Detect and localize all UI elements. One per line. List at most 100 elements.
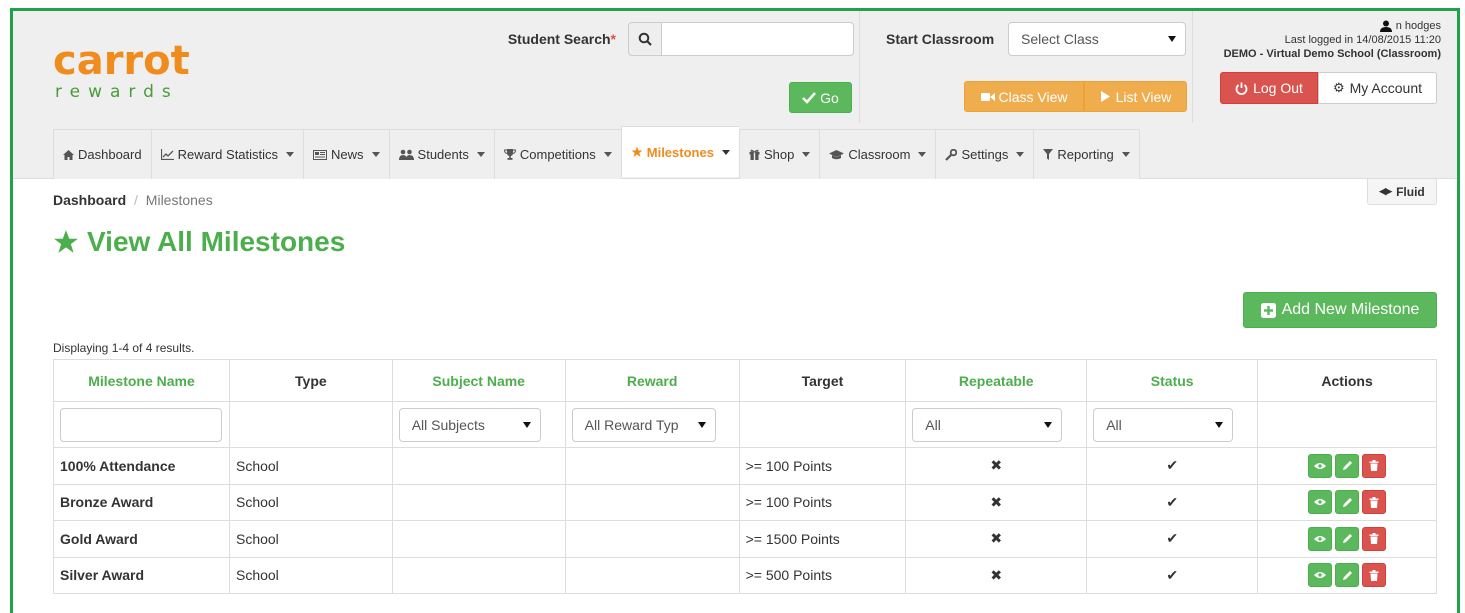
nav-shop-label: Shop [763,147,795,162]
milestone-target: >= 1500 Points [738,520,907,558]
caret-down-icon [1168,36,1176,42]
nav-competitions-label: Competitions [519,147,596,162]
status-filter-select[interactable]: All [1093,407,1234,442]
caret-down-icon [721,149,730,155]
fluid-label: Fluid [1396,184,1425,199]
edit-button[interactable] [1335,526,1360,551]
my-account-button[interactable]: ⚙ My Account [1318,72,1437,104]
nav-competitions[interactable]: Competitions [493,129,621,179]
repeatable-filter-select[interactable]: All [912,407,1063,442]
milestone-target: >= 100 Points [738,483,907,521]
col-repeatable[interactable]: Repeatable [905,359,1088,402]
breadcrumb-dashboard-link[interactable]: Dashboard [53,192,126,208]
caret-down-icon [371,152,380,157]
col-subject-name[interactable]: Subject Name [391,359,566,402]
col-actions: Actions [1257,359,1437,402]
my-account-label: My Account [1349,80,1423,96]
check-icon: ✔ [1086,483,1259,521]
nav-milestones-label: Milestones [646,144,714,160]
nav-settings[interactable]: Settings [935,129,1034,179]
milestone-name-filter-input[interactable] [60,407,222,442]
milestone-reward [564,483,740,521]
row-actions [1257,483,1437,521]
page-title: View All Milestones [53,226,345,258]
nav-reward-statistics-label: Reward Statistics [177,147,279,162]
milestone-subject [391,556,566,594]
go-button[interactable]: Go [789,82,852,113]
eye-icon [1314,499,1327,506]
nav-reporting[interactable]: Reporting [1033,129,1140,179]
video-camera-icon [980,92,995,101]
filter-cell-reward: All Reward Typ [564,401,740,448]
log-out-button[interactable]: Log Out [1220,72,1318,104]
table-row: 100% Attendance School >= 100 Points ✖ ✔ [53,447,1437,485]
subject-filter-select[interactable]: All Subjects [398,407,541,442]
required-marker: * [610,31,616,47]
row-actions [1257,556,1437,594]
edit-button[interactable] [1335,563,1360,588]
delete-button[interactable] [1362,453,1387,478]
milestone-name-link[interactable]: Bronze Award [53,483,230,521]
nav-news[interactable]: News [303,129,389,179]
status-filter-value: All [1106,416,1122,433]
edit-button[interactable] [1335,490,1360,515]
check-icon: ✔ [1086,447,1259,485]
nav-dashboard[interactable]: Dashboard [53,129,151,179]
table-row: Gold Award School >= 1500 Points ✖ ✔ [53,520,1437,558]
col-status[interactable]: Status [1086,359,1259,402]
filter-row: All Subjects All Reward Typ All All [53,401,1437,448]
eye-icon [1314,572,1327,579]
nav-reward-statistics[interactable]: Reward Statistics [150,129,304,179]
cross-icon: ✖ [905,520,1088,558]
delete-button[interactable] [1362,526,1387,551]
list-view-button[interactable]: List View [1084,81,1187,112]
milestone-name-link[interactable]: 100% Attendance [53,447,230,485]
view-button[interactable] [1308,526,1333,551]
view-button[interactable] [1308,453,1333,478]
nav-milestones[interactable]: Milestones [620,126,739,177]
carrot-rewards-logo[interactable]: carrot rewards [53,41,190,101]
breadcrumb-separator: / [134,192,138,208]
pencil-icon [1342,570,1352,580]
delete-button[interactable] [1362,490,1387,515]
milestone-name-link[interactable]: Silver Award [53,556,230,594]
delete-button[interactable] [1362,563,1387,588]
star-icon [54,230,78,253]
view-button[interactable] [1308,490,1333,515]
add-new-milestone-button[interactable]: Add New Milestone [1243,292,1437,328]
breadcrumb-current: Milestones [145,192,213,208]
view-button[interactable] [1308,563,1333,588]
fluid-toggle-button[interactable]: ◀▶ Fluid [1367,179,1437,205]
reward-type-filter-select[interactable]: All Reward Typ [571,407,716,442]
select-class-dropdown[interactable]: Select Class [1008,22,1186,56]
eye-icon [1314,535,1327,542]
caret-down-icon [697,421,706,428]
table-header-row: Milestone Name Type Subject Name Reward … [53,359,1437,402]
nav-shop[interactable]: Shop [738,129,820,179]
caret-down-icon [1121,152,1130,157]
nav-students[interactable]: Students [388,129,494,179]
nav-classroom[interactable]: Classroom [819,129,936,179]
col-milestone-name[interactable]: Milestone Name [53,359,230,402]
class-view-button[interactable]: Class View [964,81,1084,112]
milestone-subject [391,520,566,558]
check-icon [802,91,817,104]
subject-filter-value: All Subjects [411,416,485,433]
row-actions [1257,520,1437,558]
student-search-input[interactable] [661,22,854,56]
plus-square-icon [1260,302,1276,318]
milestone-name-link[interactable]: Gold Award [53,520,230,558]
caret-down-icon [1016,152,1025,157]
action-buttons [1264,490,1430,515]
action-buttons [1264,526,1430,551]
milestone-type: School [228,556,393,594]
filter-cell-repeatable: All [905,401,1088,448]
select-class-value: Select Class [1021,31,1099,47]
milestones-table: Milestone Name Type Subject Name Reward … [53,359,1437,594]
caret-down-icon [286,152,295,157]
repeatable-filter-value: All [925,416,941,433]
logo-wordmark: carrot [53,38,190,84]
edit-button[interactable] [1335,453,1360,478]
col-reward[interactable]: Reward [564,359,740,402]
milestone-reward [564,556,740,594]
